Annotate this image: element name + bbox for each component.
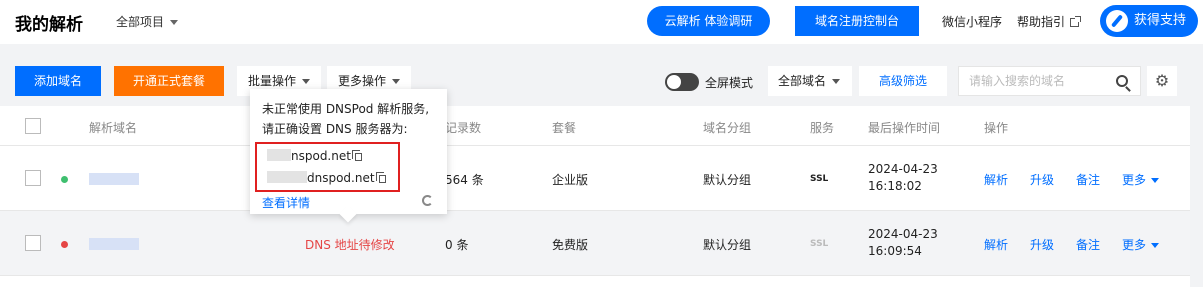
header-group: 域名分组 (703, 121, 752, 135)
more-operations-label: 更多操作 (337, 74, 386, 88)
help-guide-link[interactable]: 帮助指引 (1017, 13, 1082, 30)
dns-status-warning[interactable]: DNS 地址待修改 (305, 236, 395, 253)
ssl-service-badge[interactable]: SSL (810, 174, 828, 184)
add-domain-button[interactable]: 添加域名 (15, 66, 101, 96)
fullscreen-toggle[interactable] (665, 73, 699, 91)
more-actions-label: 更多 (1122, 173, 1147, 187)
header-records: 记录数 (445, 121, 482, 135)
advanced-filter-button[interactable]: 高级筛选 (859, 66, 947, 96)
upgrade-link[interactable]: 升级 (1030, 171, 1054, 188)
chevron-down-icon (170, 20, 179, 25)
nameserver-1-text: nspod.net (291, 149, 351, 163)
select-all-checkbox[interactable] (25, 118, 41, 134)
plan-name: 免费版 (552, 238, 589, 252)
top-header: 我的解析 全部项目 云解析 体验调研 域名注册控制台 微信小程序 帮助指引 获得… (0, 0, 1203, 44)
copy-icon[interactable] (351, 150, 362, 161)
get-support-button[interactable]: 获得支持 (1100, 5, 1198, 37)
chevron-down-icon (1151, 243, 1160, 248)
status-dot (61, 241, 68, 248)
header-plan: 套餐 (552, 121, 577, 135)
more-actions-dropdown[interactable]: 更多 (1122, 236, 1160, 253)
ssl-service-badge[interactable]: SSL (810, 239, 828, 249)
gear-icon: ⚙ (1154, 71, 1170, 90)
table-row: 564 条 企业版 默认分组 SSL 2024-04-23 16:18:02 解析… (0, 146, 1190, 211)
search-input[interactable]: 请输入搜索的域名 (958, 66, 1141, 96)
project-select[interactable]: 全部项目 (116, 13, 179, 30)
last-operation-time: 2024-04-23 16:09:54 (868, 226, 938, 260)
domain-group: 默认分组 (703, 238, 752, 252)
search-icon[interactable] (1116, 75, 1128, 87)
popover-message-line1: 未正常使用 DNSPod 解析服务, (262, 102, 430, 116)
get-support-label: 获得支持 (1134, 13, 1187, 28)
domain-name-redacted[interactable] (89, 238, 139, 250)
domain-name-redacted[interactable] (89, 173, 139, 185)
compass-icon (1106, 10, 1128, 32)
dns-warning-popover: 未正常使用 DNSPod 解析服务, 请正确设置 DNS 服务器为: nspod… (250, 89, 447, 223)
last-operation-date: 2024-04-23 (868, 162, 938, 176)
last-operation-date: 2024-04-23 (868, 227, 938, 241)
chevron-down-icon (1151, 178, 1160, 183)
settings-button[interactable]: ⚙ (1147, 66, 1177, 96)
note-link[interactable]: 备注 (1076, 236, 1100, 253)
redacted-prefix (267, 149, 291, 161)
chevron-down-icon (392, 79, 400, 84)
nameserver-2-text: dnspod.net (307, 171, 375, 185)
table-row: DNS 地址待修改 0 条 免费版 默认分组 SSL 2024-04-23 16:… (0, 211, 1190, 276)
note-link[interactable]: 备注 (1076, 171, 1100, 188)
batch-operations-label: 批量操作 (247, 74, 296, 88)
record-count: 564 条 (445, 173, 484, 187)
domain-filter-select[interactable]: 全部域名 (768, 66, 852, 96)
chevron-down-icon (832, 79, 841, 84)
chevron-down-icon (302, 79, 310, 84)
refresh-icon[interactable] (422, 195, 433, 206)
header-actions: 操作 (984, 121, 1009, 135)
header-domain: 解析域名 (89, 121, 138, 135)
upgrade-link[interactable]: 升级 (1030, 236, 1054, 253)
last-operation-clock: 16:18:02 (868, 179, 922, 193)
table-header-row: 解析域名 记录数 套餐 域名分组 服务 最后操作时间 操作 (0, 106, 1190, 146)
more-actions-dropdown[interactable]: 更多 (1122, 171, 1160, 188)
copy-icon[interactable] (375, 172, 386, 183)
help-guide-label: 帮助指引 (1017, 15, 1066, 29)
header-last-operation: 最后操作时间 (868, 121, 941, 135)
fullscreen-label: 全屏模式 (705, 76, 754, 90)
header-service: 服务 (810, 121, 835, 135)
resolve-link[interactable]: 解析 (984, 236, 1008, 253)
resolve-link[interactable]: 解析 (984, 171, 1008, 188)
last-operation-time: 2024-04-23 16:18:02 (868, 161, 938, 195)
project-select-label: 全部项目 (116, 15, 165, 29)
redacted-prefix (267, 171, 307, 183)
row-checkbox[interactable] (25, 235, 41, 251)
wechat-mini-program-link[interactable]: 微信小程序 (942, 13, 1002, 30)
survey-button[interactable]: 云解析 体验调研 (647, 6, 770, 36)
search-placeholder: 请输入搜索的域名 (969, 74, 1066, 88)
domain-group: 默认分组 (703, 173, 752, 187)
more-actions-label: 更多 (1122, 238, 1147, 252)
nameserver-2: dnspod.net (267, 168, 386, 188)
upgrade-plan-button[interactable]: 开通正式套餐 (114, 66, 224, 96)
status-dot (61, 176, 68, 183)
page-title: 我的解析 (15, 15, 83, 35)
row-checkbox[interactable] (25, 170, 41, 186)
nameserver-highlight-box: nspod.net dnspod.net (255, 142, 400, 192)
domain-table: 解析域名 记录数 套餐 域名分组 服务 最后操作时间 操作 564 条 企业版 … (0, 106, 1190, 287)
nameserver-1: nspod.net (267, 146, 362, 166)
external-link-icon (1070, 16, 1082, 27)
plan-name: 企业版 (552, 173, 589, 187)
domain-filter-label: 全部域名 (778, 74, 827, 88)
view-details-link[interactable]: 查看详情 (262, 193, 310, 213)
domain-console-button[interactable]: 域名注册控制台 (795, 6, 919, 36)
last-operation-clock: 16:09:54 (868, 244, 922, 258)
popover-message-line2: 请正确设置 DNS 服务器为: (262, 122, 408, 136)
record-count: 0 条 (445, 238, 469, 252)
